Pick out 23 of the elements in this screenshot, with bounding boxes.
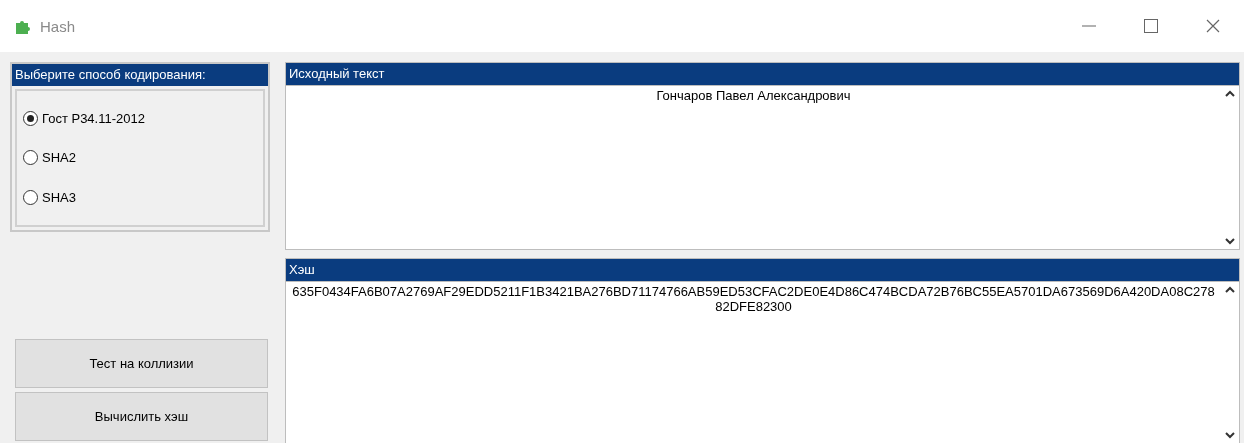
option-label: Гост Р34.11-2012 bbox=[42, 111, 145, 127]
action-button[interactable]: Вычислить хэш bbox=[15, 392, 268, 441]
action-button[interactable]: Тест на коллизии bbox=[15, 339, 268, 388]
radio-button[interactable] bbox=[23, 150, 38, 166]
panel-header: Хэш bbox=[286, 259, 1239, 281]
radio-option[interactable]: SHA2 bbox=[23, 150, 76, 166]
radio-button[interactable] bbox=[23, 111, 38, 127]
window-title: Hash bbox=[40, 17, 76, 35]
option-label: SHA3 bbox=[42, 189, 76, 205]
radio-option[interactable]: Гост Р34.11-2012 bbox=[23, 111, 145, 127]
radio-option[interactable]: SHA3 bbox=[23, 189, 76, 205]
scroll-down-icon[interactable] bbox=[1225, 238, 1235, 245]
maximize-icon[interactable] bbox=[1144, 19, 1158, 33]
radio-button[interactable] bbox=[23, 189, 38, 205]
panel-header: Исходный текст bbox=[286, 63, 1239, 85]
scroll-up-icon[interactable] bbox=[1225, 286, 1235, 293]
group-header: Выберите способ кодирования: bbox=[12, 64, 268, 86]
option-label: SHA2 bbox=[42, 150, 76, 166]
scroll-up-icon[interactable] bbox=[1225, 90, 1235, 97]
scroll-down-icon[interactable] bbox=[1225, 432, 1235, 439]
text-area[interactable]: Гончаров Павел Александрович bbox=[286, 85, 1239, 249]
close-icon[interactable] bbox=[1206, 19, 1220, 33]
text-area[interactable]: 635F0434FA6B07A2769AF29EDD5211F1B3421BA276BD71174766AB59ED53CFAC2DE0E4D86C474BCDA72B76BC55EA5701DA673569D6A420DA08C27882DFE82300 bbox=[286, 281, 1239, 443]
